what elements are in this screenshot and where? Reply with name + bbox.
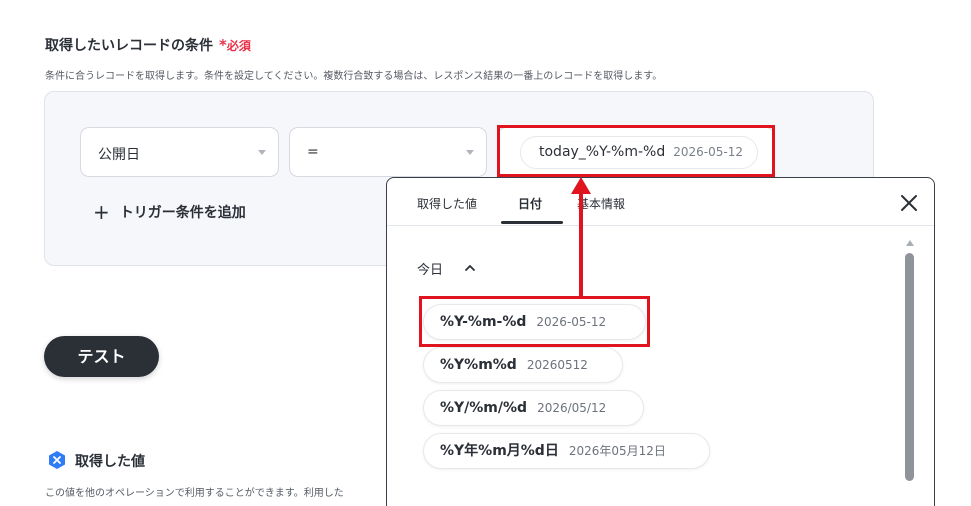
field-select[interactable]: 公開日 (80, 127, 279, 177)
picker-scrollbar[interactable] (903, 238, 917, 506)
condition-section-title: 取得したいレコードの条件 *必須 (45, 35, 251, 55)
chevron-up-icon[interactable] (463, 261, 477, 275)
option-example: 2026年05月12日 (568, 444, 666, 458)
highlight-box-value (497, 125, 775, 177)
tab-basic-info[interactable]: 基本情報 (577, 195, 625, 212)
obtained-values-title: 取得した値 (75, 454, 145, 470)
date-format-option[interactable]: %Y年%m月%d日 2026年05月12日 (423, 433, 710, 469)
caret-down-icon (258, 150, 266, 155)
condition-description: 条件に合うレコードを取得します。条件を設定してください。複数行合致する場合は、レ… (45, 71, 663, 82)
required-star: * (219, 36, 227, 54)
annotation-arrow-shaft (579, 192, 583, 298)
hexagon-x-icon (49, 451, 65, 469)
caret-down-icon (466, 150, 474, 155)
active-tab-indicator (501, 221, 563, 224)
required-label: 必須 (226, 39, 251, 53)
scroll-up-arrow-icon[interactable] (906, 240, 914, 246)
scrollbar-thumb[interactable] (905, 253, 914, 481)
picker-tabs: 取得した値 日付 基本情報 (387, 178, 934, 226)
option-example: 2026/05/12 (537, 401, 607, 415)
field-select-value: 公開日 (98, 147, 140, 163)
add-trigger-condition-button[interactable]: + トリガー条件を追加 (93, 200, 246, 224)
tab-date[interactable]: 日付 (518, 195, 542, 212)
add-trigger-label: トリガー条件を追加 (119, 205, 246, 221)
obtained-values-description: この値を他のオペレーションで利用することができます。利用した (45, 488, 344, 499)
option-format: %Y%m%d (440, 357, 517, 373)
test-button[interactable]: テスト (44, 336, 159, 377)
option-format: %Y年%m月%d日 (440, 443, 559, 459)
group-today-title[interactable]: 今日 (417, 259, 443, 278)
date-format-option[interactable]: %Y%m%d 20260512 (423, 347, 623, 383)
operator-select[interactable]: = (289, 127, 487, 177)
annotation-arrow-head (571, 177, 591, 194)
close-icon[interactable] (898, 192, 920, 214)
option-format: %Y/%m/%d (440, 400, 528, 416)
operator-select-value: = (307, 144, 319, 160)
date-format-option[interactable]: %Y/%m/%d 2026/05/12 (423, 390, 644, 426)
required-badge: *必須 (219, 36, 251, 54)
tab-obtained-values[interactable]: 取得した値 (417, 195, 477, 212)
highlight-box-option (419, 296, 650, 347)
plus-icon: + (93, 200, 110, 224)
option-example: 20260512 (526, 358, 588, 372)
condition-title-text: 取得したいレコードの条件 (45, 38, 213, 54)
